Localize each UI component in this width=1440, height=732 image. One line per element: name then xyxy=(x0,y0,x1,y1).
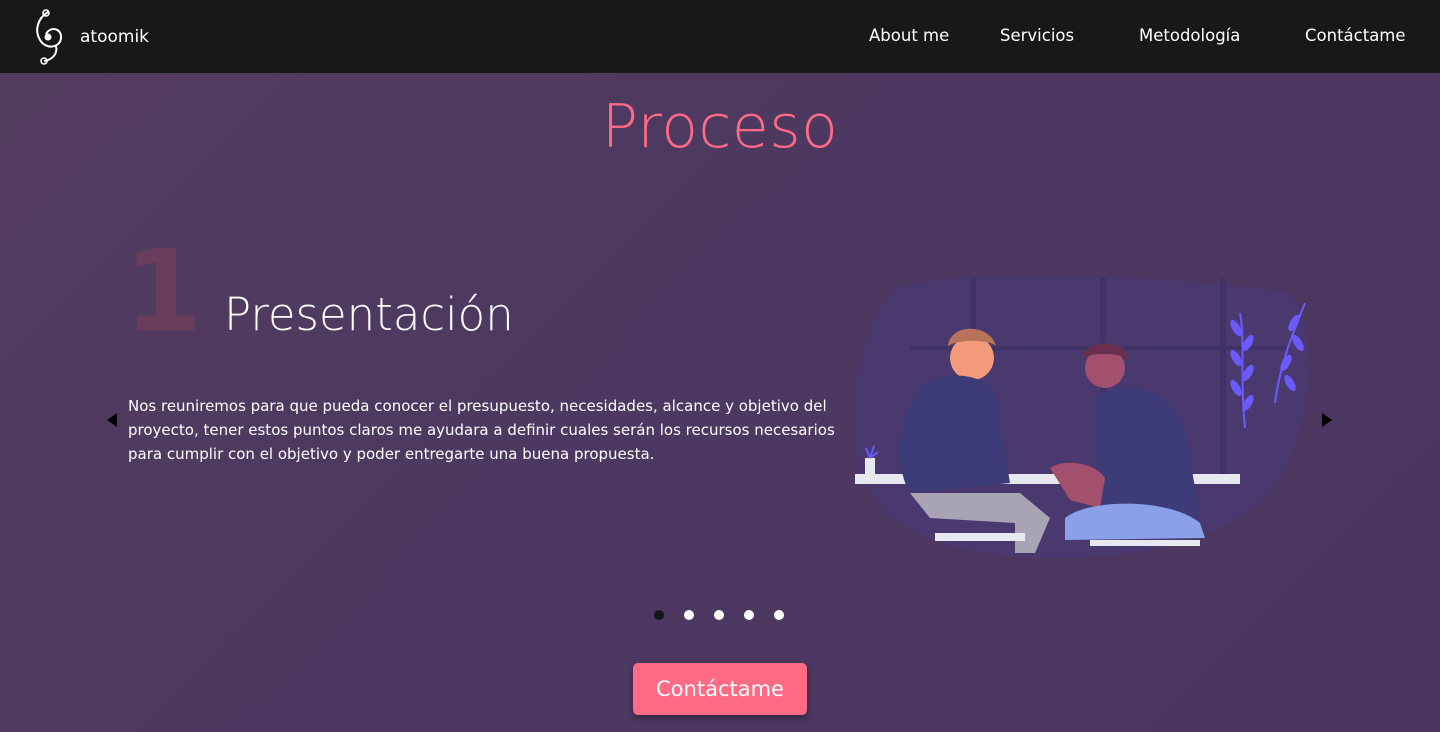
step-title: Presentación xyxy=(224,288,514,341)
triangle-left-icon[interactable] xyxy=(107,413,117,427)
contact-cta-button[interactable]: Contáctame xyxy=(633,663,807,715)
triangle-right-icon[interactable] xyxy=(1322,413,1332,427)
two-people-meeting-illustration xyxy=(854,275,1309,558)
slider-dot-2[interactable] xyxy=(684,610,694,620)
atoomik-logo-icon xyxy=(36,9,63,65)
nav-link-servicios[interactable]: Servicios xyxy=(1000,26,1074,45)
nav-link-about[interactable]: About me xyxy=(869,26,949,45)
brand-name: atoomik xyxy=(80,27,150,47)
step-number: 1 xyxy=(124,227,202,357)
nav-link-contactame[interactable]: Contáctame xyxy=(1305,26,1406,45)
top-navbar: atoomik About me Servicios Metodología C… xyxy=(0,0,1440,73)
nav-link-metodologia[interactable]: Metodología xyxy=(1139,26,1240,45)
step-description: Nos reuniremos para que pueda conocer el… xyxy=(128,397,835,463)
slider-dot-3[interactable] xyxy=(714,610,724,620)
brand-home-link[interactable]: atoomik xyxy=(28,8,149,66)
slider-dot-4[interactable] xyxy=(744,610,754,620)
slider-pagination xyxy=(654,610,784,620)
slider-dot-1[interactable] xyxy=(654,610,664,620)
slider-dot-5[interactable] xyxy=(774,610,784,620)
section-title: Proceso xyxy=(601,92,839,162)
